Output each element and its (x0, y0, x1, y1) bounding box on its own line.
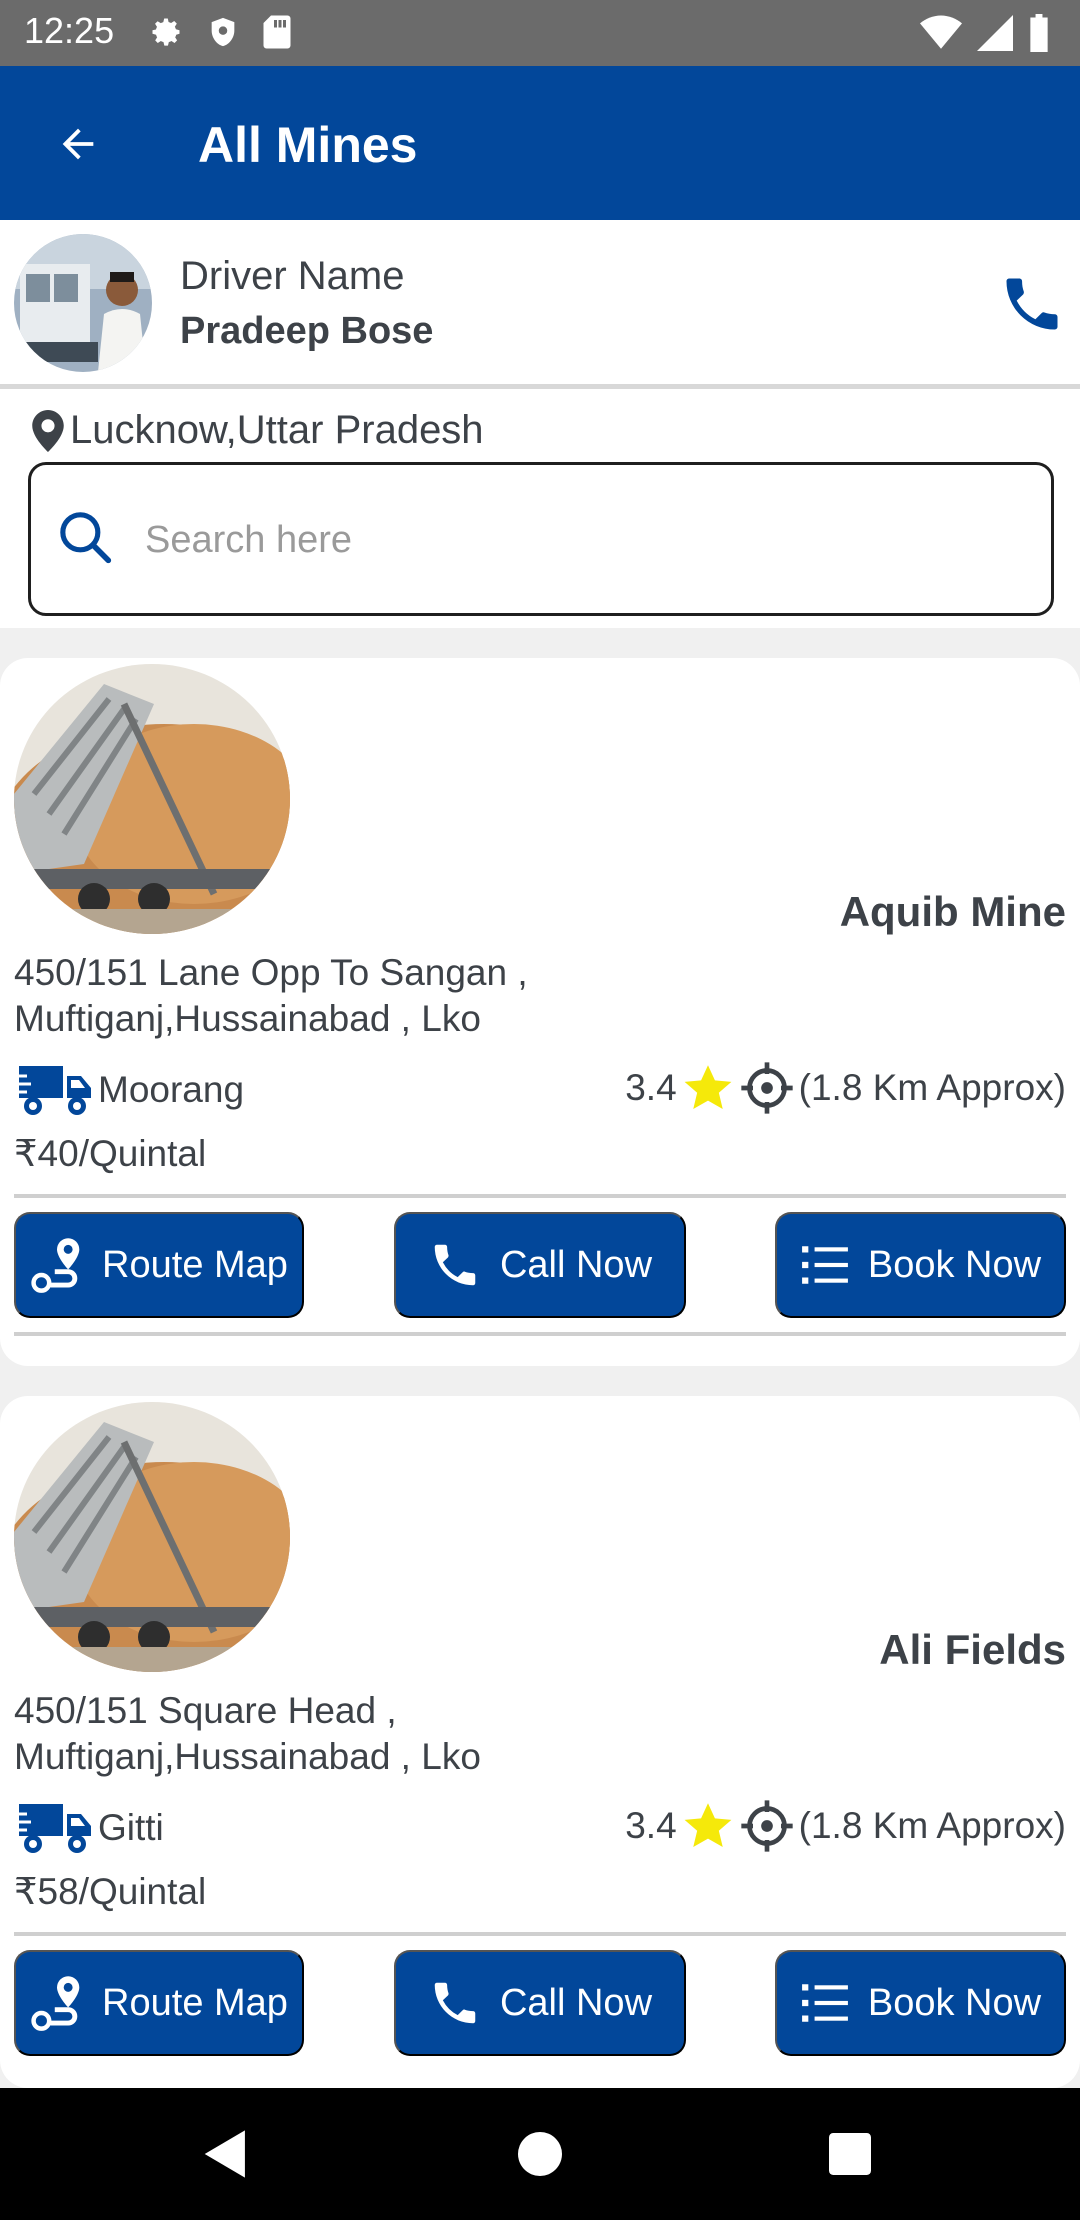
system-nav-bar (0, 2088, 1080, 2220)
mine-distance: (1.8 Km Approx) (798, 1067, 1066, 1108)
crosshair-icon (740, 1800, 793, 1852)
phone-icon (1006, 278, 1058, 330)
list-icon (801, 1246, 848, 1284)
mine-address: 450/151 Square Head , Muftiganj,Hussaina… (14, 1690, 481, 1777)
status-icons-right (920, 14, 1050, 52)
settings-icon (152, 18, 180, 46)
search-input[interactable] (145, 505, 1025, 575)
status-bar: 12:25 (0, 0, 1080, 66)
call-now-label: Call Now (499, 1981, 653, 2024)
mine-name: Ali Fields (879, 1626, 1066, 1673)
status-time: 12:25 (24, 10, 115, 51)
back-arrow-icon (62, 128, 94, 160)
crosshair-icon (740, 1062, 793, 1114)
mine-image (14, 664, 290, 934)
sd-card-icon (263, 15, 291, 49)
mine-rating: 3.4 (625, 1805, 677, 1846)
truck-icon (15, 1066, 91, 1115)
nav-recents-button[interactable] (820, 2124, 880, 2184)
driver-name: Pradeep Bose (180, 310, 434, 352)
mine-material: Moorang (98, 1069, 245, 1110)
book-now-button[interactable]: Book Now (775, 1212, 1066, 1318)
phone-icon (434, 1982, 476, 2024)
mine-price: ₹40/Quintal (14, 1133, 207, 1174)
driver-call-button[interactable] (992, 264, 1072, 344)
signal-icon (977, 15, 1013, 51)
mine-name: Aquib Mine (839, 888, 1066, 935)
mine-card: Ali Fields 450/151 Square Head , Muftiga… (0, 1396, 1080, 2088)
back-button[interactable] (48, 116, 108, 172)
shield-icon (211, 17, 235, 47)
route-map-button[interactable]: Route Map (14, 1950, 304, 2056)
book-now-button[interactable]: Book Now (775, 1950, 1066, 2056)
driver-label: Driver Name (180, 254, 405, 298)
rating-distance: 3.4 (1.8 Km Approx) (625, 1060, 1066, 1116)
mine-card: Aquib Mine 450/151 Lane Opp To Sangan , … (0, 658, 1080, 1366)
route-map-button[interactable]: Route Map (14, 1212, 304, 1318)
material-row: Moorang (14, 1062, 244, 1118)
status-icons-left (148, 14, 292, 50)
card-divider (14, 1332, 1066, 1336)
driver-avatar (14, 234, 152, 372)
mine-image (14, 1402, 290, 1672)
driver-divider (0, 384, 1080, 389)
location-row: Lucknow,Uttar Pradesh (32, 408, 484, 453)
rating-distance: 3.4 (1.8 Km Approx) (625, 1798, 1066, 1854)
mine-list: Aquib Mine 450/151 Lane Opp To Sangan , … (0, 628, 1080, 2088)
nav-back-button[interactable] (196, 2124, 256, 2184)
nav-recents-icon (829, 2133, 871, 2175)
book-now-label: Book Now (867, 1981, 1042, 2024)
route-map-label: Route Map (102, 1243, 288, 1286)
call-now-button[interactable]: Call Now (394, 1212, 686, 1318)
app-bar: All Mines (0, 66, 1080, 220)
location-text: Lucknow,Uttar Pradesh (70, 408, 484, 452)
map-pin-icon (32, 409, 64, 452)
call-now-button[interactable]: Call Now (394, 1950, 686, 2056)
nav-home-icon (518, 2132, 562, 2176)
nav-back-icon (204, 2130, 245, 2178)
card-divider (14, 1932, 1066, 1936)
mine-rating: 3.4 (625, 1067, 677, 1108)
battery-icon (1030, 14, 1048, 52)
search-icon (60, 512, 112, 564)
star-icon (684, 1065, 732, 1110)
mine-address: 450/151 Lane Opp To Sangan , Muftiganj,H… (14, 952, 528, 1039)
mine-price: ₹58/Quintal (14, 1871, 207, 1912)
call-now-label: Call Now (499, 1243, 653, 1286)
page-title: All Mines (198, 117, 418, 173)
route-map-label: Route Map (102, 1981, 288, 2024)
mine-material: Gitti (98, 1807, 164, 1848)
driver-info: Driver Name Pradeep Bose (0, 224, 1080, 384)
mine-distance: (1.8 Km Approx) (798, 1805, 1066, 1846)
book-now-label: Book Now (867, 1243, 1042, 1286)
material-row: Gitti (14, 1800, 164, 1856)
search-box (28, 462, 1054, 616)
nav-home-button[interactable] (510, 2124, 570, 2184)
card-divider (14, 1194, 1066, 1198)
route-icon (31, 1238, 80, 1293)
wifi-icon (920, 15, 962, 49)
list-icon (801, 1984, 848, 2022)
truck-icon (15, 1804, 91, 1853)
route-icon (31, 1976, 80, 2031)
star-icon (684, 1803, 732, 1848)
phone-icon (434, 1244, 476, 1286)
